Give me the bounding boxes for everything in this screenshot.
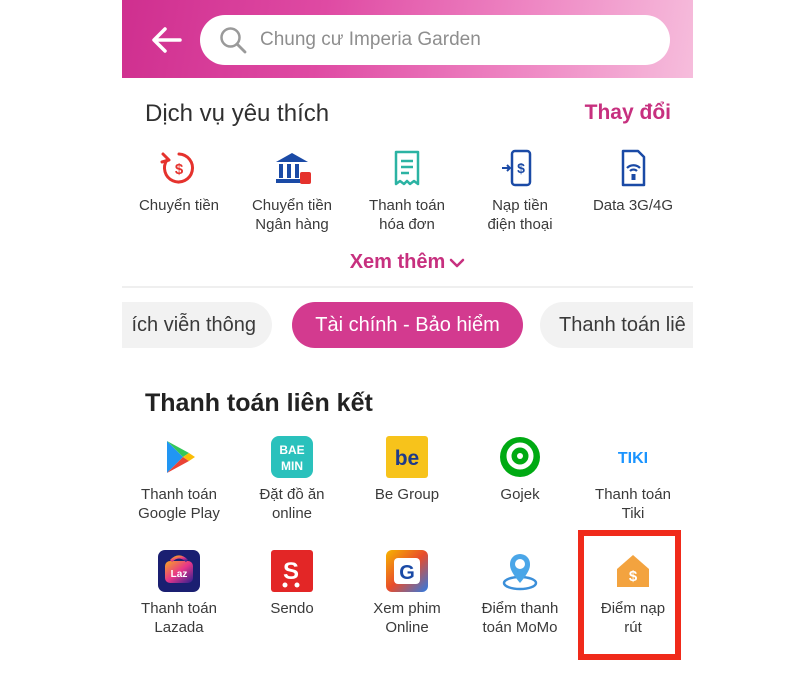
app-label: Sendo xyxy=(270,600,314,617)
back-arrow-icon[interactable] xyxy=(150,24,184,56)
svg-text:BAE: BAE xyxy=(279,443,304,457)
svg-text:be: be xyxy=(395,447,420,470)
be-group-icon: be xyxy=(386,436,428,478)
app-label: Xem phim Online xyxy=(373,600,441,636)
chevron-down-icon xyxy=(450,258,465,267)
see-more-button[interactable]: Xem thêm xyxy=(122,251,693,274)
app-be-group[interactable]: be Be Group xyxy=(347,435,467,504)
search-input[interactable] xyxy=(258,28,642,52)
bank-icon xyxy=(276,153,311,184)
service-label: Data 3G/4G xyxy=(592,197,674,214)
svg-text:MIN: MIN xyxy=(281,459,303,473)
google-play-icon xyxy=(167,441,195,473)
service-label: Nạp tiền điện thoại xyxy=(487,197,553,233)
galaxy-play-icon: G xyxy=(386,550,428,592)
svg-text:TIKI: TIKI xyxy=(618,450,648,467)
tab-telecom[interactable]: ích viễn thông xyxy=(122,302,272,348)
tab-label: ích viễn thông xyxy=(131,313,256,336)
service-bank-transfer[interactable]: Chuyển tiền Ngân hàng xyxy=(232,148,352,234)
bill-icon xyxy=(394,150,420,186)
lazada-icon: Laz xyxy=(158,550,200,592)
service-label: Chuyển tiền xyxy=(138,197,220,214)
tab-label: Tài chính - Bảo hiểm xyxy=(315,313,500,336)
service-data[interactable]: Data 3G/4G xyxy=(573,148,693,215)
header-bar xyxy=(122,0,693,78)
phone-topup-icon: $ xyxy=(502,149,532,187)
baemin-icon: BAE MIN xyxy=(271,436,313,478)
app-label: Thanh toán Google Play xyxy=(138,486,220,522)
svg-text:S: S xyxy=(283,558,299,585)
service-phone-topup[interactable]: $ Nạp tiền điện thoại xyxy=(460,148,580,234)
search-icon xyxy=(220,27,247,54)
app-tiki[interactable]: TIKI Thanh toán Tiki xyxy=(573,435,693,523)
change-button[interactable]: Thay đổi xyxy=(585,101,671,125)
see-more-label: Xem thêm xyxy=(349,251,446,273)
gojek-icon xyxy=(500,437,540,477)
app-galaxy-play[interactable]: G Xem phim Online xyxy=(347,549,467,637)
service-bill-payment[interactable]: Thanh toán hóa đơn xyxy=(347,148,467,234)
favorites-title: Dịch vụ yêu thích xyxy=(145,100,330,127)
app-baemin[interactable]: BAE MIN Đặt đồ ăn online xyxy=(232,435,352,523)
app-lazada[interactable]: Laz Thanh toán Lazada xyxy=(122,549,239,637)
svg-text:$: $ xyxy=(517,160,525,176)
app-label: Điểm thanh toán MoMo xyxy=(481,600,559,636)
service-money-transfer[interactable]: $ Chuyển tiền xyxy=(122,148,239,215)
svg-text:$: $ xyxy=(175,161,184,178)
momo-location-icon xyxy=(502,554,538,591)
sendo-icon: S xyxy=(271,550,313,592)
tiki-icon: TIKI xyxy=(618,450,648,467)
sim-data-icon xyxy=(621,149,646,187)
search-bar[interactable] xyxy=(200,15,670,65)
tab-finance-insurance[interactable]: Tài chính - Bảo hiểm xyxy=(292,302,523,348)
app-sendo[interactable]: S Sendo xyxy=(232,549,352,618)
app-google-play[interactable]: Thanh toán Google Play xyxy=(122,435,239,523)
app-label: Be Group xyxy=(374,486,440,503)
app-momo-location[interactable]: Điểm thanh toán MoMo xyxy=(460,549,580,637)
app-gojek[interactable]: Gojek xyxy=(460,435,580,504)
tab-payment[interactable]: Thanh toán liê xyxy=(540,302,693,348)
service-label: Thanh toán hóa đơn xyxy=(369,197,445,233)
money-transfer-icon: $ xyxy=(160,152,194,184)
app-label: Đặt đồ ăn online xyxy=(259,486,325,522)
svg-text:G: G xyxy=(399,562,415,584)
service-label: Chuyển tiền Ngân hàng xyxy=(251,197,333,233)
linked-payments-title: Thanh toán liên kết xyxy=(145,389,373,417)
app-label: Thanh toán Tiki xyxy=(595,486,671,522)
svg-text:Laz: Laz xyxy=(171,569,188,580)
app-label: Thanh toán Lazada xyxy=(141,600,217,636)
section-divider xyxy=(122,286,693,288)
app-label: Gojek xyxy=(500,486,540,503)
tab-label: Thanh toán liê xyxy=(559,313,686,336)
highlight-box xyxy=(578,530,681,660)
